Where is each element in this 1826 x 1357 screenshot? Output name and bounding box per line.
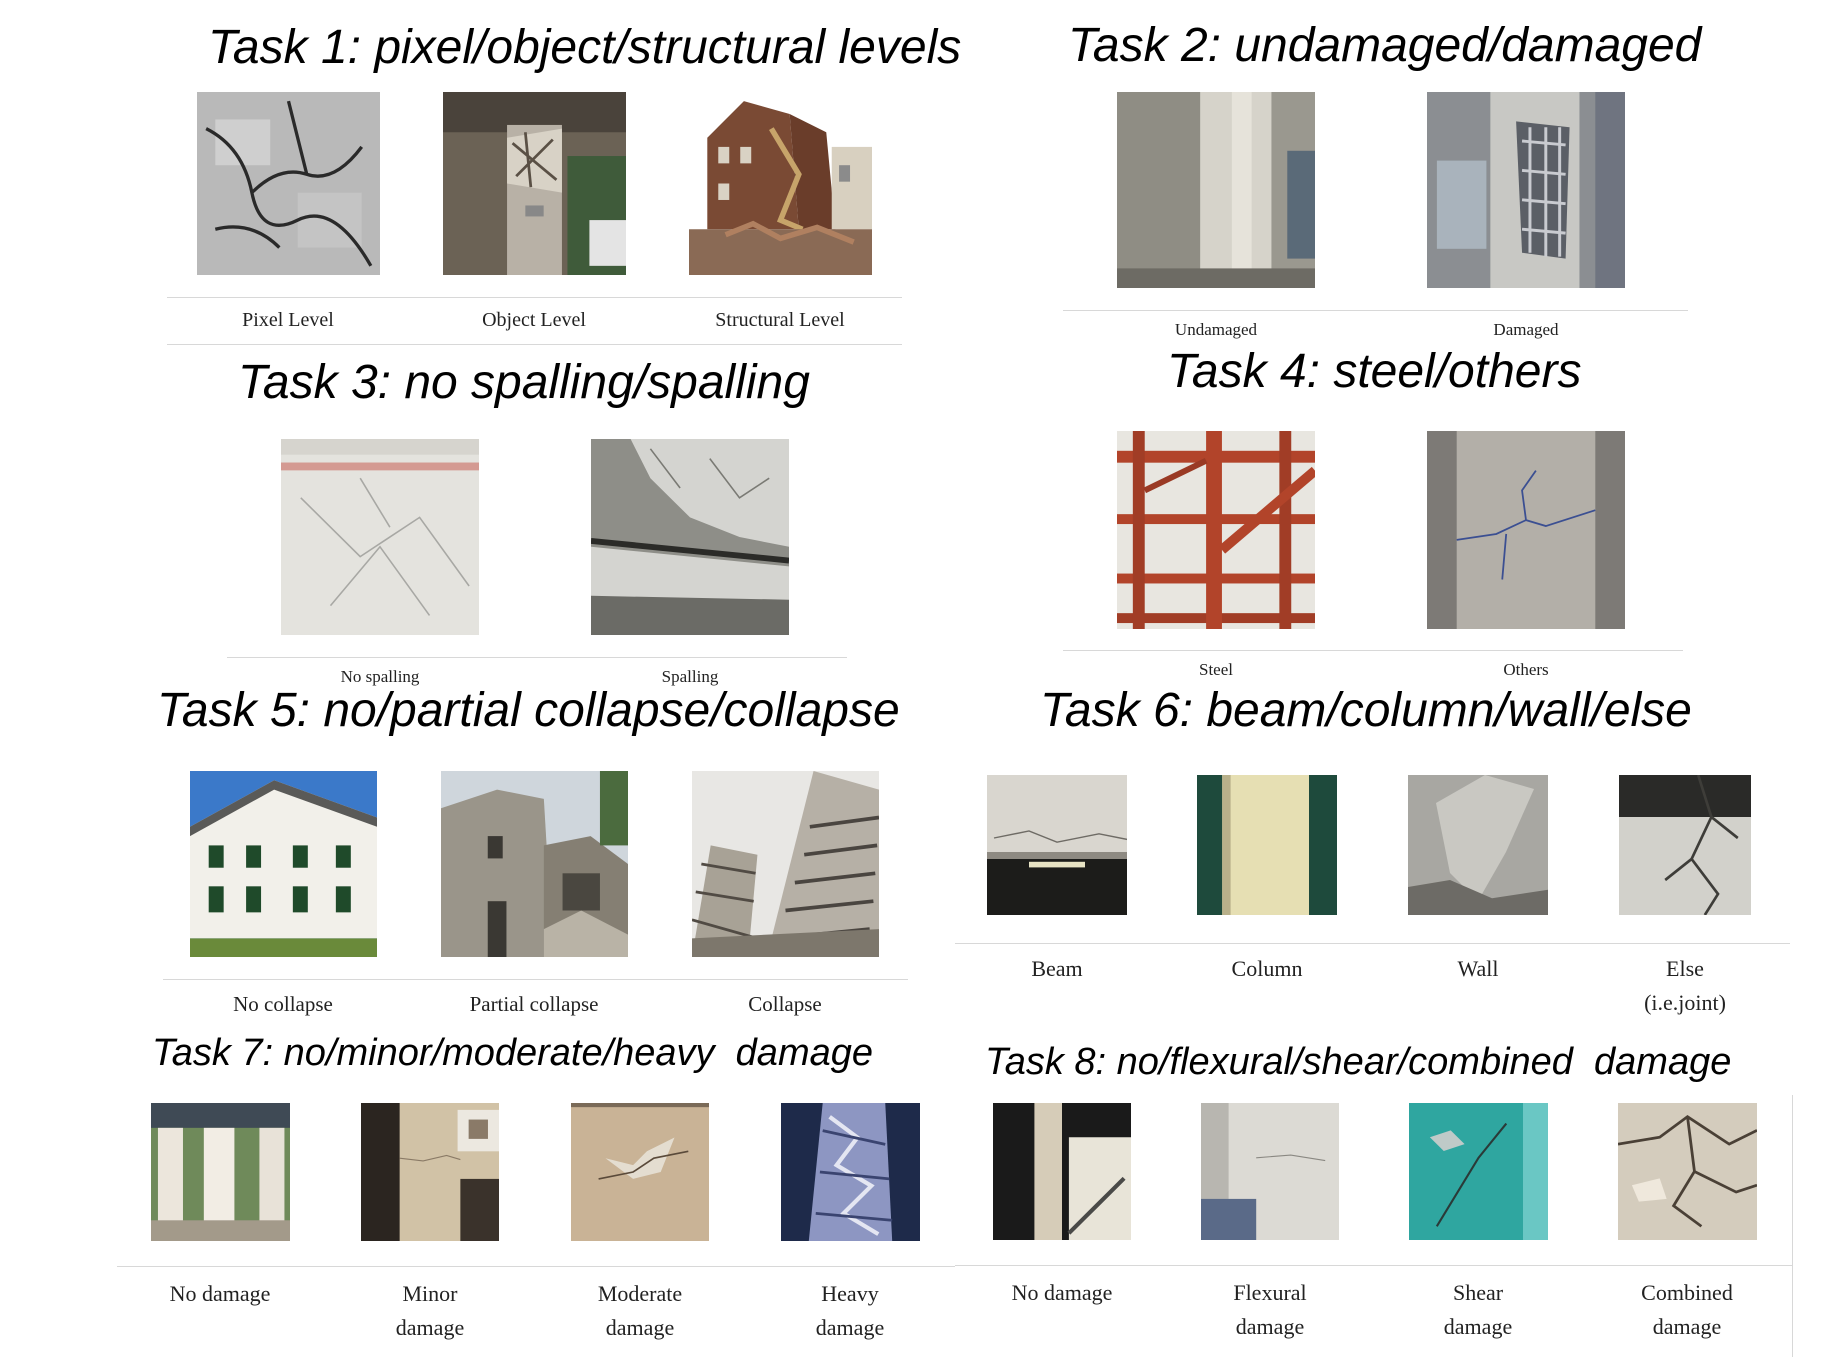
task-5-title: Task 5: no/partial collapse/collapse [157, 684, 900, 737]
task-8-right-rule [1792, 1095, 1793, 1357]
others-concrete-photo [1427, 431, 1625, 629]
partial-collapse-photo [441, 771, 628, 957]
no-damage-label-task8: No damage [1011, 1280, 1113, 1305]
no-damage-stairs-photo [993, 1103, 1131, 1240]
minor-damage-photo [361, 1103, 499, 1241]
no-damage-columns-photo [151, 1103, 290, 1241]
wall-photo [1408, 775, 1548, 915]
moderate-damage-label: Moderate damage [597, 1281, 683, 1341]
task-3-title: Task 3: no spalling/spalling [238, 356, 810, 409]
collapse-building-photo [692, 771, 879, 957]
task-1-bottom-rule [167, 344, 902, 345]
others-label: Others [1503, 660, 1549, 679]
task-8-top-rule [955, 1265, 1792, 1266]
no-collapse-house-photo [190, 771, 377, 957]
task-1-top-rule [167, 297, 902, 298]
combined-damage-label: Combined damage [1641, 1280, 1733, 1340]
task-6-top-rule [955, 943, 1790, 944]
steel-frame-photo [1117, 431, 1315, 629]
task-8-title: Task 8: no/flexural/shear/combined damag… [985, 1041, 1732, 1083]
damaged-column-photo [1427, 92, 1625, 288]
object-level-label: Object Level [482, 309, 586, 331]
damaged-label: Damaged [1493, 320, 1559, 339]
beam-photo [987, 775, 1127, 915]
no-spalling-photo [281, 439, 479, 635]
steel-label: Steel [1199, 660, 1233, 679]
task-2-top-rule [1063, 310, 1688, 311]
undamaged-label: Undamaged [1174, 320, 1258, 339]
shear-damage-label: Shear damage [1443, 1280, 1513, 1340]
structural-level-building-photo [689, 92, 872, 275]
flexural-damage-photo [1201, 1103, 1339, 1240]
task-3-top-rule [227, 657, 847, 658]
pixel-level-label: Pixel Level [242, 309, 334, 331]
heavy-damage-photo [781, 1103, 920, 1241]
task-2-title: Task 2: undamaged/damaged [1068, 19, 1702, 72]
task-5-top-rule [163, 979, 908, 980]
combined-damage-photo [1618, 1103, 1757, 1240]
undamaged-column-photo [1117, 92, 1315, 288]
task-7-title: Task 7: no/minor/moderate/heavy damage [152, 1032, 873, 1074]
no-collapse-label: No collapse [233, 992, 333, 1016]
heavy-damage-label: Heavy damage [815, 1281, 885, 1341]
beam-label: Beam [1031, 956, 1083, 981]
collapse-label: Collapse [748, 992, 822, 1016]
pixel-level-crack-photo [197, 92, 380, 275]
no-damage-label: No damage [169, 1281, 271, 1306]
task-7-top-rule [117, 1266, 955, 1267]
structural-level-label: Structural Level [715, 309, 845, 331]
minor-damage-label: Minor damage [395, 1281, 465, 1341]
column-photo [1197, 775, 1337, 915]
shear-damage-photo [1409, 1103, 1548, 1240]
object-level-column-photo [443, 92, 626, 275]
column-label: Column [1231, 956, 1303, 981]
flexural-damage-label: Flexural damage [1233, 1280, 1307, 1340]
task-1-title: Task 1: pixel/object/structural levels [208, 21, 962, 74]
task-4-top-rule [1063, 650, 1683, 651]
spalling-photo [591, 439, 789, 635]
moderate-damage-photo [571, 1103, 709, 1241]
task-6-title: Task 6: beam/column/wall/else [1040, 684, 1692, 737]
else-joint-label: Else (i.e.joint) [1644, 956, 1726, 1016]
task-4-title: Task 4: steel/others [1167, 345, 1582, 398]
partial-collapse-label: Partial collapse [469, 992, 599, 1016]
else-joint-photo [1619, 775, 1751, 915]
wall-label: Wall [1457, 956, 1499, 981]
